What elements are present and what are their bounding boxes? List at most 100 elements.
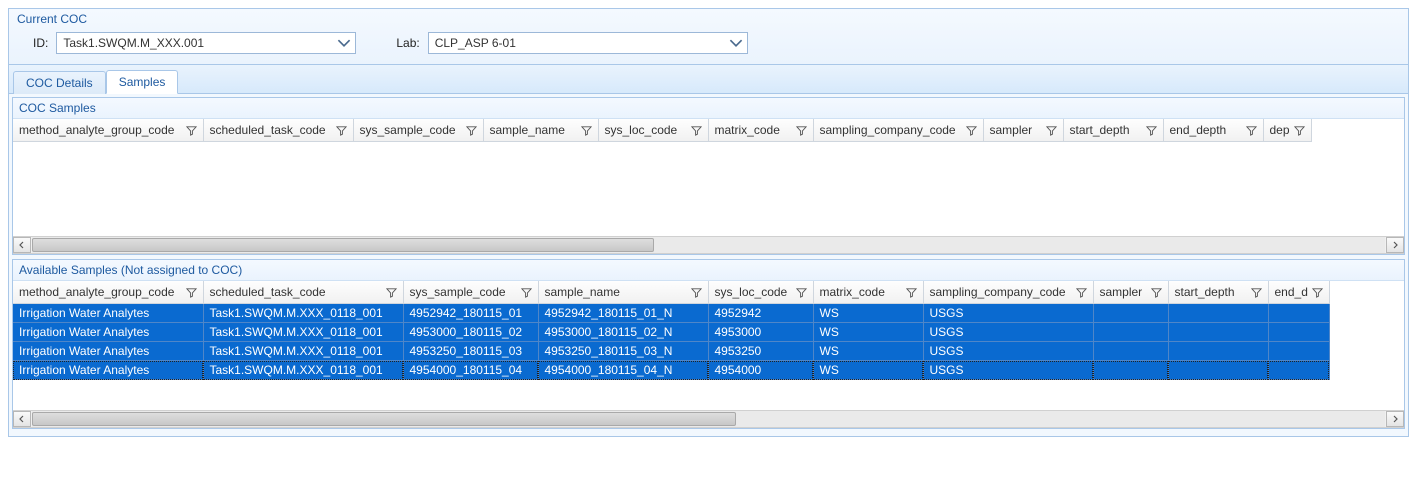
- column-header-sampling_company_code[interactable]: sampling_company_code: [813, 119, 983, 142]
- filter-icon[interactable]: [796, 125, 807, 136]
- filter-icon[interactable]: [1294, 125, 1305, 136]
- cell-end_d[interactable]: [1268, 304, 1329, 323]
- coc-samples-scrollbar[interactable]: [13, 236, 1404, 254]
- column-header-start_depth[interactable]: start_depth: [1063, 119, 1163, 142]
- column-header-sys_loc_code[interactable]: sys_loc_code: [708, 281, 813, 304]
- filter-icon[interactable]: [581, 125, 592, 136]
- cell-end_d[interactable]: [1268, 361, 1329, 380]
- scroll-right-button[interactable]: [1386, 237, 1404, 253]
- column-header-end_d[interactable]: end_d: [1268, 281, 1329, 304]
- filter-icon[interactable]: [796, 287, 807, 298]
- cell-sample_name[interactable]: 4953250_180115_03_N: [538, 342, 708, 361]
- scroll-thumb[interactable]: [32, 412, 736, 426]
- cell-sampler[interactable]: [1093, 304, 1168, 323]
- filter-icon[interactable]: [1312, 287, 1323, 298]
- cell-sys_loc_code[interactable]: 4952942: [708, 304, 813, 323]
- cell-method_analyte_group_code[interactable]: Irrigation Water Analytes: [13, 323, 203, 342]
- scroll-track[interactable]: [32, 411, 1385, 427]
- filter-icon[interactable]: [966, 125, 977, 136]
- cell-scheduled_task_code[interactable]: Task1.SWQM.M.XXX_0118_001: [203, 361, 403, 380]
- available-samples-scrollbar[interactable]: [13, 410, 1404, 428]
- cell-sys_loc_code[interactable]: 4953250: [708, 342, 813, 361]
- tab-samples[interactable]: Samples: [106, 70, 179, 94]
- scroll-thumb[interactable]: [32, 238, 654, 252]
- cell-start_depth[interactable]: [1168, 304, 1268, 323]
- filter-icon[interactable]: [1046, 125, 1057, 136]
- scroll-track[interactable]: [32, 237, 1385, 253]
- column-header-sample_name[interactable]: sample_name: [483, 119, 598, 142]
- scroll-left-button[interactable]: [13, 237, 31, 253]
- tab-coc-details[interactable]: COC Details: [13, 71, 106, 94]
- cell-scheduled_task_code[interactable]: Task1.SWQM.M.XXX_0118_001: [203, 304, 403, 323]
- filter-icon[interactable]: [1251, 287, 1262, 298]
- cell-matrix_code[interactable]: WS: [813, 304, 923, 323]
- cell-sys_sample_code[interactable]: 4952942_180115_01: [403, 304, 538, 323]
- cell-start_depth[interactable]: [1168, 342, 1268, 361]
- cell-matrix_code[interactable]: WS: [813, 342, 923, 361]
- cell-sampler[interactable]: [1093, 361, 1168, 380]
- column-header-sample_name[interactable]: sample_name: [538, 281, 708, 304]
- cell-method_analyte_group_code[interactable]: Irrigation Water Analytes: [13, 361, 203, 380]
- cell-sample_name[interactable]: 4954000_180115_04_N: [538, 361, 708, 380]
- table-row[interactable]: Irrigation Water AnalytesTask1.SWQM.M.XX…: [13, 361, 1329, 380]
- cell-sample_name[interactable]: 4953000_180115_02_N: [538, 323, 708, 342]
- filter-icon[interactable]: [186, 287, 197, 298]
- table-row[interactable]: Irrigation Water AnalytesTask1.SWQM.M.XX…: [13, 342, 1329, 361]
- filter-icon[interactable]: [466, 125, 477, 136]
- cell-sys_loc_code[interactable]: 4953000: [708, 323, 813, 342]
- cell-sampling_company_code[interactable]: USGS: [923, 361, 1093, 380]
- cell-sampling_company_code[interactable]: USGS: [923, 342, 1093, 361]
- scroll-left-button[interactable]: [13, 411, 31, 427]
- column-header-sampler[interactable]: sampler: [1093, 281, 1168, 304]
- column-header-sys_loc_code[interactable]: sys_loc_code: [598, 119, 708, 142]
- column-header-sys_sample_code[interactable]: sys_sample_code: [403, 281, 538, 304]
- coc-samples-grid[interactable]: method_analyte_group_codescheduled_task_…: [13, 119, 1312, 236]
- column-header-scheduled_task_code[interactable]: scheduled_task_code: [203, 281, 403, 304]
- cell-end_d[interactable]: [1268, 323, 1329, 342]
- cell-matrix_code[interactable]: WS: [813, 361, 923, 380]
- column-header-end_depth[interactable]: end_depth: [1163, 119, 1263, 142]
- filter-icon[interactable]: [1151, 287, 1162, 298]
- column-header-sys_sample_code[interactable]: sys_sample_code: [353, 119, 483, 142]
- cell-sys_sample_code[interactable]: 4953250_180115_03: [403, 342, 538, 361]
- filter-icon[interactable]: [1146, 125, 1157, 136]
- cell-sampling_company_code[interactable]: USGS: [923, 323, 1093, 342]
- column-header-matrix_code[interactable]: matrix_code: [813, 281, 923, 304]
- filter-icon[interactable]: [521, 287, 532, 298]
- cell-scheduled_task_code[interactable]: Task1.SWQM.M.XXX_0118_001: [203, 342, 403, 361]
- lab-combobox[interactable]: CLP_ASP 6-01: [428, 32, 748, 54]
- column-header-sampling_company_code[interactable]: sampling_company_code: [923, 281, 1093, 304]
- filter-icon[interactable]: [386, 287, 397, 298]
- cell-start_depth[interactable]: [1168, 323, 1268, 342]
- id-combobox[interactable]: Task1.SWQM.M_XXX.001: [56, 32, 356, 54]
- cell-sample_name[interactable]: 4952942_180115_01_N: [538, 304, 708, 323]
- available-samples-grid[interactable]: method_analyte_group_codescheduled_task_…: [13, 281, 1330, 380]
- cell-sampler[interactable]: [1093, 323, 1168, 342]
- filter-icon[interactable]: [906, 287, 917, 298]
- cell-sampler[interactable]: [1093, 342, 1168, 361]
- cell-method_analyte_group_code[interactable]: Irrigation Water Analytes: [13, 342, 203, 361]
- filter-icon[interactable]: [186, 125, 197, 136]
- cell-start_depth[interactable]: [1168, 361, 1268, 380]
- cell-sampling_company_code[interactable]: USGS: [923, 304, 1093, 323]
- column-header-scheduled_task_code[interactable]: scheduled_task_code: [203, 119, 353, 142]
- filter-icon[interactable]: [691, 287, 702, 298]
- filter-icon[interactable]: [1076, 287, 1087, 298]
- filter-icon[interactable]: [336, 125, 347, 136]
- column-header-matrix_code[interactable]: matrix_code: [708, 119, 813, 142]
- table-row[interactable]: Irrigation Water AnalytesTask1.SWQM.M.XX…: [13, 304, 1329, 323]
- column-header-start_depth[interactable]: start_depth: [1168, 281, 1268, 304]
- cell-method_analyte_group_code[interactable]: Irrigation Water Analytes: [13, 304, 203, 323]
- cell-sys_sample_code[interactable]: 4954000_180115_04: [403, 361, 538, 380]
- cell-matrix_code[interactable]: WS: [813, 323, 923, 342]
- filter-icon[interactable]: [691, 125, 702, 136]
- column-header-method_analyte_group_code[interactable]: method_analyte_group_code: [13, 119, 203, 142]
- scroll-right-button[interactable]: [1386, 411, 1404, 427]
- cell-sys_loc_code[interactable]: 4954000: [708, 361, 813, 380]
- table-row[interactable]: Irrigation Water AnalytesTask1.SWQM.M.XX…: [13, 323, 1329, 342]
- column-header-sampler[interactable]: sampler: [983, 119, 1063, 142]
- column-header-dep[interactable]: dep: [1263, 119, 1311, 142]
- cell-end_d[interactable]: [1268, 342, 1329, 361]
- filter-icon[interactable]: [1246, 125, 1257, 136]
- cell-sys_sample_code[interactable]: 4953000_180115_02: [403, 323, 538, 342]
